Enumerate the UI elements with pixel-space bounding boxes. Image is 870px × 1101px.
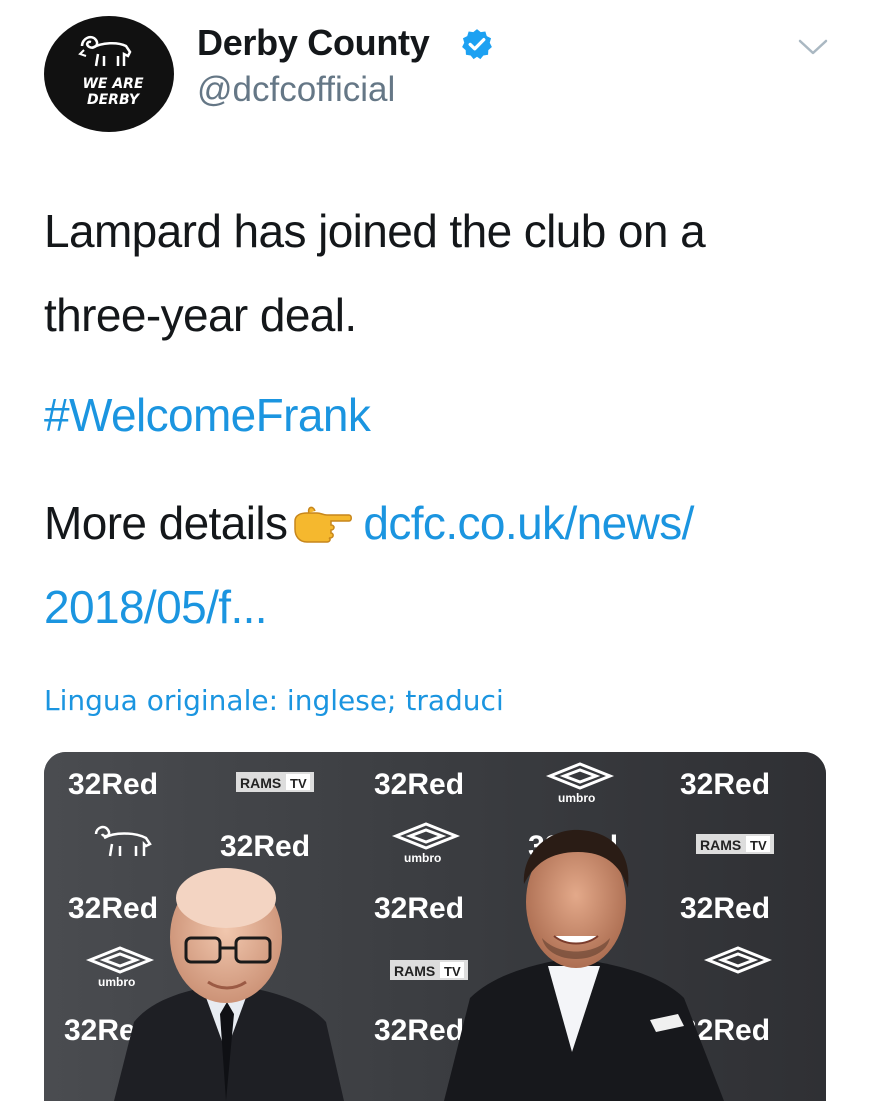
author-handle[interactable]: @dcfcofficial	[197, 70, 395, 110]
details-link[interactable]: dcfc.co.uk/news/	[363, 497, 694, 549]
tweet-text-line-1: Lampard has joined the club on a	[44, 205, 706, 257]
kit-text: umbro	[98, 975, 135, 989]
kit-text: umbro	[558, 791, 595, 805]
avatar-slogan: WE ARE DERBY	[82, 76, 144, 108]
rams-tv-logo: RAMS TV	[696, 834, 774, 854]
rams-tv-logo: RAMS TV	[236, 772, 314, 792]
author-name[interactable]: Derby County	[197, 22, 430, 64]
kit-text: umbro	[404, 851, 441, 865]
details-prefix: More details	[44, 497, 288, 549]
hashtag-link[interactable]: #WelcomeFrank	[44, 388, 371, 442]
rams-text: RAMS	[240, 775, 281, 791]
details-link-continued[interactable]: 2018/05/f...	[44, 580, 268, 634]
tv-text: TV	[290, 776, 307, 791]
chevron-down-icon[interactable]	[796, 36, 830, 58]
sponsor-text: 32Red	[68, 768, 158, 801]
rams-tv-logo: RAMS TV	[390, 960, 468, 980]
ram-logo-icon	[78, 35, 132, 67]
rams-text: RAMS	[700, 837, 741, 853]
tv-text: TV	[444, 964, 461, 979]
pointing-hand-icon	[294, 506, 353, 543]
sponsor-text: 32Red	[68, 892, 158, 925]
sponsor-text: 32Red	[374, 768, 464, 801]
avatar[interactable]: WE ARE DERBY	[44, 16, 174, 132]
sponsor-text: 32Red	[680, 892, 770, 925]
rams-text: RAMS	[394, 963, 435, 979]
tv-text: TV	[750, 838, 767, 853]
details-line: More details dcfc.co.uk/news/	[44, 496, 694, 550]
verified-badge-icon	[462, 29, 492, 60]
tweet-photo[interactable]: 32Red RAMS TV 32Red umbro 32Red 32Red um…	[44, 752, 826, 1101]
sponsor-text: 32Red	[374, 1014, 464, 1047]
sponsor-text: 32Red	[680, 768, 770, 801]
sponsor-text: 32Red	[374, 892, 464, 925]
photo-backdrop: 32Red RAMS TV 32Red umbro 32Red 32Red um…	[44, 752, 826, 1101]
sponsor-text: 32Red	[220, 830, 310, 863]
tweet-text-line-2: three-year deal.	[44, 289, 357, 341]
translate-link[interactable]: Lingua originale: inglese; traduci	[44, 684, 504, 717]
